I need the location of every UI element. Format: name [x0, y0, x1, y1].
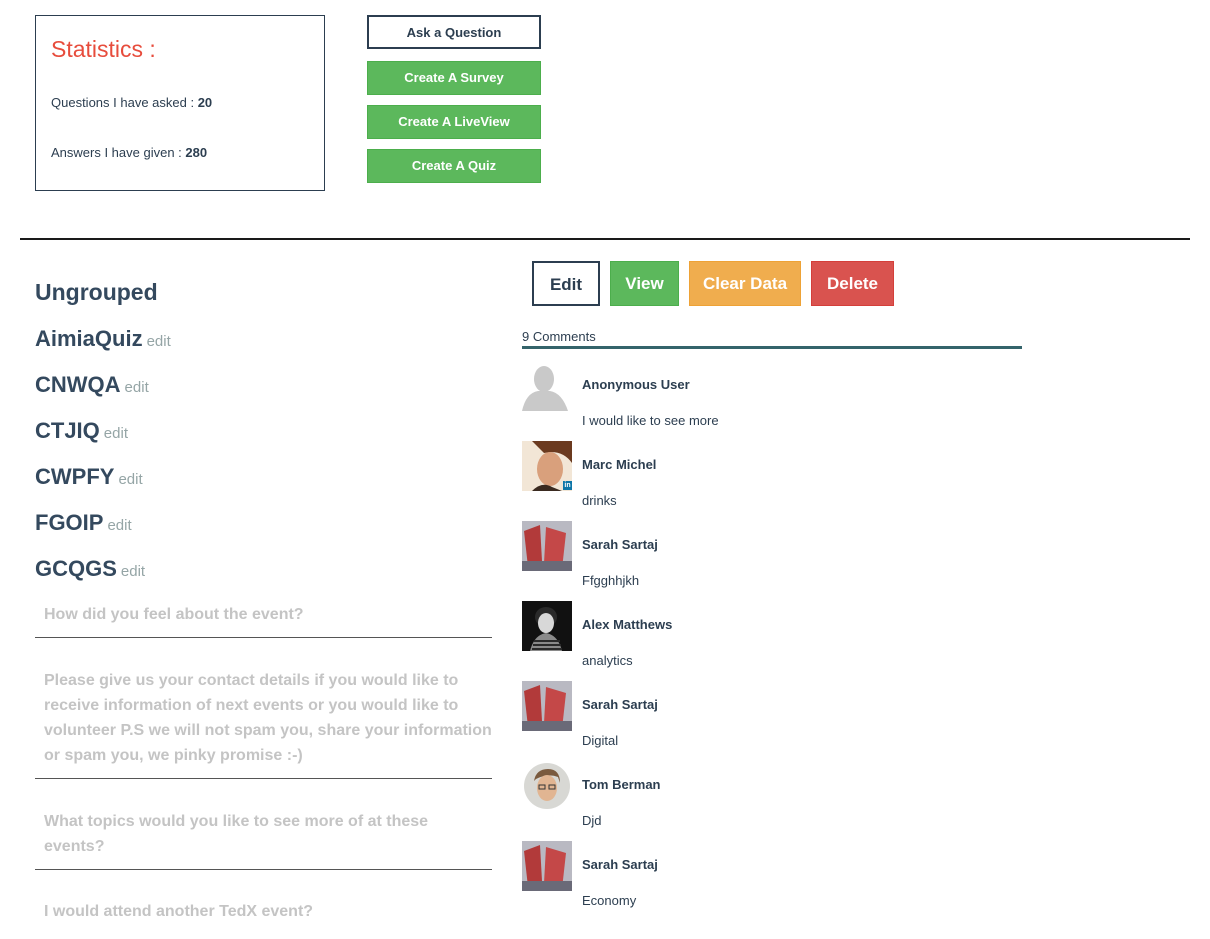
- view-button[interactable]: View: [610, 261, 679, 306]
- quiz-name-link[interactable]: CWPFY: [35, 464, 114, 489]
- questions-asked-label: Questions I have asked :: [51, 95, 198, 110]
- avatar: [522, 601, 572, 651]
- quiz-name-link[interactable]: CTJIQ: [35, 418, 100, 443]
- question-item[interactable]: Please give us your contact details if y…: [35, 668, 492, 779]
- comment-author[interactable]: Sarah Sartaj: [582, 537, 658, 552]
- comment-author[interactable]: Anonymous User: [582, 377, 690, 392]
- comment-text: Economy: [582, 893, 637, 908]
- comment-text: drinks: [582, 493, 617, 508]
- create-liveview-button[interactable]: Create A LiveView: [367, 105, 541, 139]
- statistics-title: Statistics :: [51, 36, 156, 62]
- quiz-name-link[interactable]: AimiaQuiz: [35, 326, 143, 351]
- comment-item: Sarah Sartaj Economy: [522, 841, 1022, 921]
- comments-count: 9 Comments: [522, 329, 596, 344]
- quiz-edit-link[interactable]: edit: [118, 471, 142, 488]
- comment-text: I would like to see more: [582, 413, 719, 428]
- comment-item: in Marc Michel drinks: [522, 441, 1022, 521]
- avatar: [522, 841, 572, 891]
- avatar: [522, 521, 572, 571]
- quiz-name-link[interactable]: CNWQA: [35, 372, 121, 397]
- quiz-item: CWPFY edit: [35, 464, 143, 490]
- answers-given-label: Answers I have given :: [51, 145, 186, 160]
- group-heading: Ungrouped: [35, 279, 158, 305]
- create-quiz-button[interactable]: Create A Quiz: [367, 149, 541, 183]
- comment-text: Djd: [582, 813, 602, 828]
- quiz-edit-link[interactable]: edit: [121, 563, 145, 580]
- user-photo-icon: [522, 521, 572, 571]
- user-photo-icon: [522, 681, 572, 731]
- delete-button[interactable]: Delete: [811, 261, 894, 306]
- ask-question-button[interactable]: Ask a Question: [367, 15, 541, 49]
- comment-text: Ffgghhjkh: [582, 573, 640, 588]
- quiz-edit-link[interactable]: edit: [107, 517, 131, 534]
- comments-underline: [522, 346, 1022, 349]
- statistics-panel: Statistics : Questions I have asked : 20…: [35, 15, 325, 191]
- comment-author[interactable]: Sarah Sartaj: [582, 697, 658, 712]
- create-survey-button[interactable]: Create A Survey: [367, 61, 541, 95]
- quiz-item: AimiaQuiz edit: [35, 326, 171, 352]
- comment-item: Sarah Sartaj Ffgghhjkh: [522, 521, 1022, 601]
- quiz-item: GCQGS edit: [35, 556, 145, 582]
- avatar: [522, 361, 572, 411]
- comment-author[interactable]: Sarah Sartaj: [582, 857, 658, 872]
- quiz-item: CTJIQ edit: [35, 418, 128, 444]
- user-photo-icon: [522, 841, 572, 891]
- question-text: What topics would you like to see more o…: [44, 813, 429, 855]
- comment-text: analytics: [582, 653, 633, 668]
- clear-data-button[interactable]: Clear Data: [689, 261, 801, 306]
- section-divider: [20, 238, 1190, 240]
- quiz-name-link[interactable]: FGOIP: [35, 510, 103, 535]
- comment-item: Alex Matthews analytics: [522, 601, 1022, 681]
- quiz-edit-link[interactable]: edit: [125, 379, 149, 396]
- comment-author[interactable]: Alex Matthews: [582, 617, 672, 632]
- questions-asked-value: 20: [197, 95, 213, 110]
- quiz-edit-link[interactable]: edit: [104, 425, 128, 442]
- comment-text: Digital: [582, 733, 619, 748]
- question-text: How did you feel about the event?: [44, 606, 304, 623]
- comment-author[interactable]: Tom Berman: [582, 777, 661, 792]
- avatar: [522, 761, 572, 811]
- answers-given-value: 280: [185, 145, 208, 160]
- questions-asked-stat: Questions I have asked : 20: [51, 95, 212, 110]
- comment-author[interactable]: Marc Michel: [582, 457, 656, 472]
- question-item[interactable]: I would attend another TedX event?: [35, 899, 492, 939]
- linkedin-icon: in: [563, 481, 572, 490]
- avatar: [522, 681, 572, 731]
- edit-button[interactable]: Edit: [532, 261, 600, 306]
- user-silhouette-icon: [522, 361, 572, 411]
- user-photo-icon: [522, 761, 572, 811]
- quiz-name-link[interactable]: GCQGS: [35, 556, 117, 581]
- comment-item: Anonymous User I would like to see more: [522, 361, 1022, 441]
- quiz-item: FGOIP edit: [35, 510, 132, 536]
- question-item[interactable]: How did you feel about the event?: [35, 602, 492, 638]
- quiz-edit-link[interactable]: edit: [147, 333, 171, 350]
- question-text: Please give us your contact details if y…: [44, 672, 492, 764]
- user-photo-icon: [522, 601, 572, 651]
- question-item[interactable]: What topics would you like to see more o…: [35, 809, 492, 870]
- answers-given-stat: Answers I have given : 280: [51, 145, 207, 160]
- comment-item: Tom Berman Djd: [522, 761, 1022, 841]
- quiz-item: CNWQA edit: [35, 372, 149, 398]
- comment-item: Sarah Sartaj Digital: [522, 681, 1022, 761]
